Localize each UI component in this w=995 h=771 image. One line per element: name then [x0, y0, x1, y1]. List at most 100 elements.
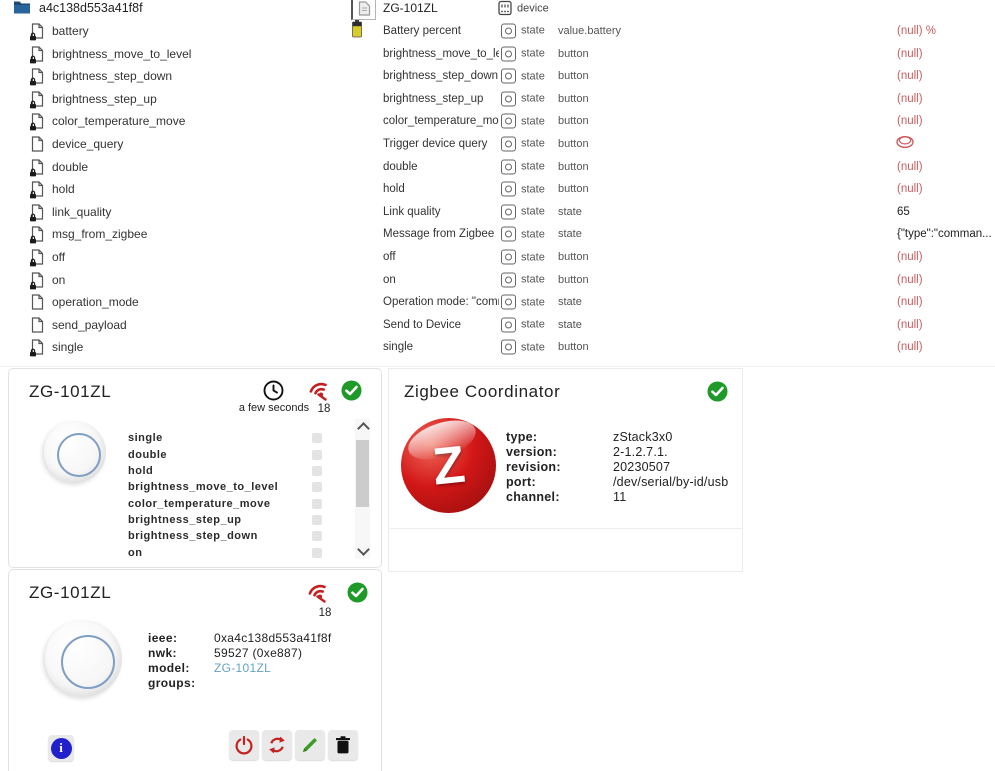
- link-quality-value: 18: [310, 607, 340, 619]
- tree-item[interactable]: brightness_step_up: [0, 87, 345, 110]
- lock-icon: [29, 100, 37, 109]
- tree-item[interactable]: color_temperature_move: [0, 110, 345, 133]
- state-role: button: [558, 274, 589, 286]
- state-row[interactable]: brightness_move_to_level state button (n…: [345, 42, 995, 65]
- trash-icon: [334, 735, 352, 755]
- info-row: ieee: 0xa4c138d553a41f8f: [148, 631, 332, 646]
- tree-item[interactable]: brightness_move_to_level: [0, 42, 345, 65]
- action-row[interactable]: brightness_step_down: [128, 528, 322, 544]
- state-type-chip: state: [501, 340, 545, 355]
- state-role: state: [558, 206, 582, 218]
- tree-item[interactable]: brightness_step_down: [0, 65, 345, 88]
- state-row[interactable]: on state button (null): [345, 268, 995, 291]
- document-icon: [31, 23, 44, 39]
- state-name: brightness_step_down: [383, 70, 499, 82]
- info-label: groups:: [148, 676, 214, 690]
- tree-item[interactable]: operation_mode: [0, 291, 345, 314]
- tree-item[interactable]: msg_from_zigbee: [0, 223, 345, 246]
- info-icon: i: [51, 738, 72, 759]
- info-value: zStack3x0: [613, 430, 672, 444]
- state-role: button: [558, 161, 589, 173]
- action-row[interactable]: double: [128, 446, 322, 462]
- tree-item[interactable]: single: [0, 336, 345, 359]
- state-type-label: state: [521, 341, 545, 353]
- tree-item[interactable]: off: [0, 246, 345, 269]
- info-label: nwk:: [148, 646, 214, 660]
- state-row[interactable]: Battery percent state value.battery (nul…: [345, 20, 995, 43]
- info-row: channel: 11: [506, 489, 728, 504]
- state-icon: [501, 295, 516, 310]
- info-button[interactable]: i: [48, 735, 74, 761]
- state-row[interactable]: single state button (null): [345, 336, 995, 359]
- delete-button[interactable]: [328, 730, 358, 760]
- scroll-down-icon[interactable]: [357, 543, 370, 556]
- document-icon: [31, 68, 44, 84]
- action-row[interactable]: brightness_move_to_level: [128, 479, 322, 495]
- state-role: button: [558, 48, 589, 60]
- status-ok-icon: [347, 582, 368, 608]
- document-icon: [31, 294, 44, 310]
- state-row[interactable]: Operation mode: "comm... state state (nu…: [345, 291, 995, 314]
- state-icon: [501, 317, 516, 332]
- document-icon: [31, 226, 44, 242]
- table-header-row[interactable]: ZG-101ZL device: [345, 0, 995, 20]
- tree-item[interactable]: hold: [0, 178, 345, 201]
- state-role: button: [558, 115, 589, 127]
- state-row[interactable]: double state button (null): [345, 155, 995, 178]
- scrollbar-thumb[interactable]: [356, 440, 369, 507]
- state-role: button: [558, 341, 589, 353]
- state-row[interactable]: color_temperature_move state button (nul…: [345, 110, 995, 133]
- action-list: single double hold brightness_move_to_le…: [128, 430, 322, 561]
- document-icon: [31, 46, 44, 62]
- tree-item[interactable]: double: [0, 155, 345, 178]
- state-row[interactable]: Send to Device state state (null): [345, 314, 995, 337]
- reconfigure-button[interactable]: [262, 730, 292, 760]
- scroll-up-icon[interactable]: [357, 422, 370, 435]
- tree-root-label: a4c138d553a41f8f: [39, 1, 143, 15]
- edit-button[interactable]: [295, 730, 325, 760]
- state-row[interactable]: off state button (null): [345, 246, 995, 269]
- tree-item[interactable]: battery: [0, 20, 345, 43]
- power-button[interactable]: [229, 730, 259, 760]
- action-row[interactable]: hold: [128, 463, 322, 479]
- device-icon: [498, 1, 512, 16]
- action-scrollbar[interactable]: [355, 419, 370, 559]
- state-row[interactable]: Message from Zigbee state state {"type":…: [345, 223, 995, 246]
- action-row[interactable]: on: [128, 544, 322, 560]
- state-icon: [501, 227, 516, 242]
- action-indicator: [312, 450, 322, 460]
- info-row: nwk: 59527 (0xe887): [148, 646, 332, 661]
- object-tree: a4c138d553a41f8f battery brightness_move…: [0, 0, 345, 359]
- state-type-chip: state: [501, 114, 545, 129]
- action-row[interactable]: color_temperature_move: [128, 495, 322, 511]
- tree-item[interactable]: send_payload: [0, 314, 345, 337]
- state-value: (null): [897, 115, 923, 127]
- state-type-chip: state: [501, 69, 545, 84]
- action-row[interactable]: single: [128, 430, 322, 446]
- state-value: (null) %: [897, 25, 936, 37]
- info-value: 2-1.2.7.1.: [613, 445, 668, 459]
- state-row[interactable]: Trigger device query state button: [345, 133, 995, 156]
- state-row[interactable]: brightness_step_down state button (null): [345, 65, 995, 88]
- state-type-label: state: [521, 183, 545, 195]
- state-value: (null): [897, 48, 923, 60]
- tree-item[interactable]: device_query: [0, 133, 345, 156]
- tree-root-folder[interactable]: a4c138d553a41f8f: [0, 0, 345, 20]
- document-icon: [31, 159, 44, 175]
- action-row[interactable]: brightness_step_up: [128, 512, 322, 528]
- state-row[interactable]: brightness_step_up state button (null): [345, 87, 995, 110]
- device-image: [44, 421, 106, 483]
- state-icon: [501, 204, 516, 219]
- state-type-label: state: [521, 48, 545, 60]
- info-value: ZG-101ZL: [214, 661, 271, 675]
- state-row[interactable]: hold state button (null): [345, 178, 995, 201]
- info-label: channel:: [506, 490, 613, 504]
- info-label: model:: [148, 661, 214, 675]
- state-row[interactable]: Link quality state state 65: [345, 200, 995, 223]
- coordinator-card: Zigbee Coordinator Z type: zStack3x0 ver…: [388, 368, 743, 572]
- button-press-icon[interactable]: [895, 134, 915, 154]
- tree-item[interactable]: on: [0, 268, 345, 291]
- tree-item[interactable]: link_quality: [0, 200, 345, 223]
- lock-icon: [29, 77, 37, 86]
- action-label: brightness_step_up: [128, 514, 242, 526]
